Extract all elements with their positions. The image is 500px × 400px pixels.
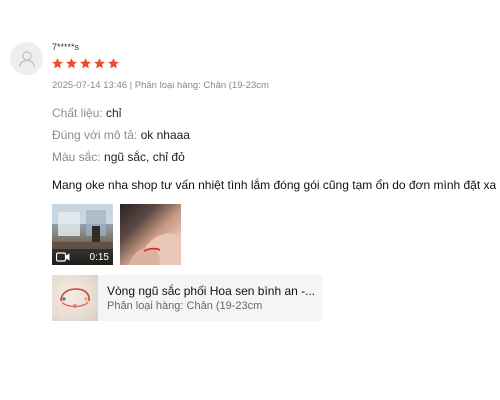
product-name[interactable]: Vòng ngũ sắc phối Hoa sen bình an -... bbox=[107, 284, 317, 298]
video-camera-icon bbox=[56, 252, 70, 262]
attribute-value: ok nhaaa bbox=[140, 128, 190, 142]
video-duration: 0:15 bbox=[89, 251, 109, 263]
attribute-value: ngũ sắc, chỉ đỏ bbox=[104, 150, 185, 164]
attribute-row: Chất liệu: chỉ bbox=[52, 106, 121, 120]
review-photo bbox=[128, 233, 181, 265]
bracelet-image bbox=[60, 288, 90, 308]
attribute-label: Chất liệu: bbox=[52, 106, 103, 120]
attribute-row: Đúng với mô tả: ok nhaaa bbox=[52, 128, 190, 142]
review-video-thumbnail[interactable]: 0:15 bbox=[52, 204, 113, 265]
review-comment: Mang oke nha shop tư vấn nhiệt tình lắm … bbox=[52, 178, 497, 192]
review-meta: 2025-07-14 13:46 | Phân loại hàng: Chân … bbox=[52, 80, 269, 91]
product-variant: Phân loại hàng: Chân (19-23cm bbox=[107, 300, 263, 312]
product-thumbnail bbox=[52, 275, 98, 321]
review-photo-thumbnail[interactable] bbox=[120, 204, 181, 265]
user-icon bbox=[18, 50, 35, 67]
attribute-label: Đúng với mô tả: bbox=[52, 128, 138, 142]
star-icon bbox=[66, 58, 77, 69]
product-card[interactable]: Vòng ngũ sắc phối Hoa sen bình an -... P… bbox=[52, 275, 322, 321]
avatar[interactable] bbox=[10, 42, 43, 75]
rating-stars bbox=[51, 57, 120, 70]
attribute-row: Màu sắc: ngũ sắc, chỉ đỏ bbox=[52, 150, 185, 164]
star-icon bbox=[108, 58, 119, 69]
star-icon bbox=[94, 58, 105, 69]
star-icon bbox=[52, 58, 63, 69]
video-info-bar: 0:15 bbox=[52, 249, 113, 265]
star-icon bbox=[80, 58, 91, 69]
reviewer-username: 7*****s bbox=[52, 42, 80, 52]
attribute-label: Màu sắc: bbox=[52, 150, 101, 164]
attribute-value: chỉ bbox=[106, 106, 122, 120]
